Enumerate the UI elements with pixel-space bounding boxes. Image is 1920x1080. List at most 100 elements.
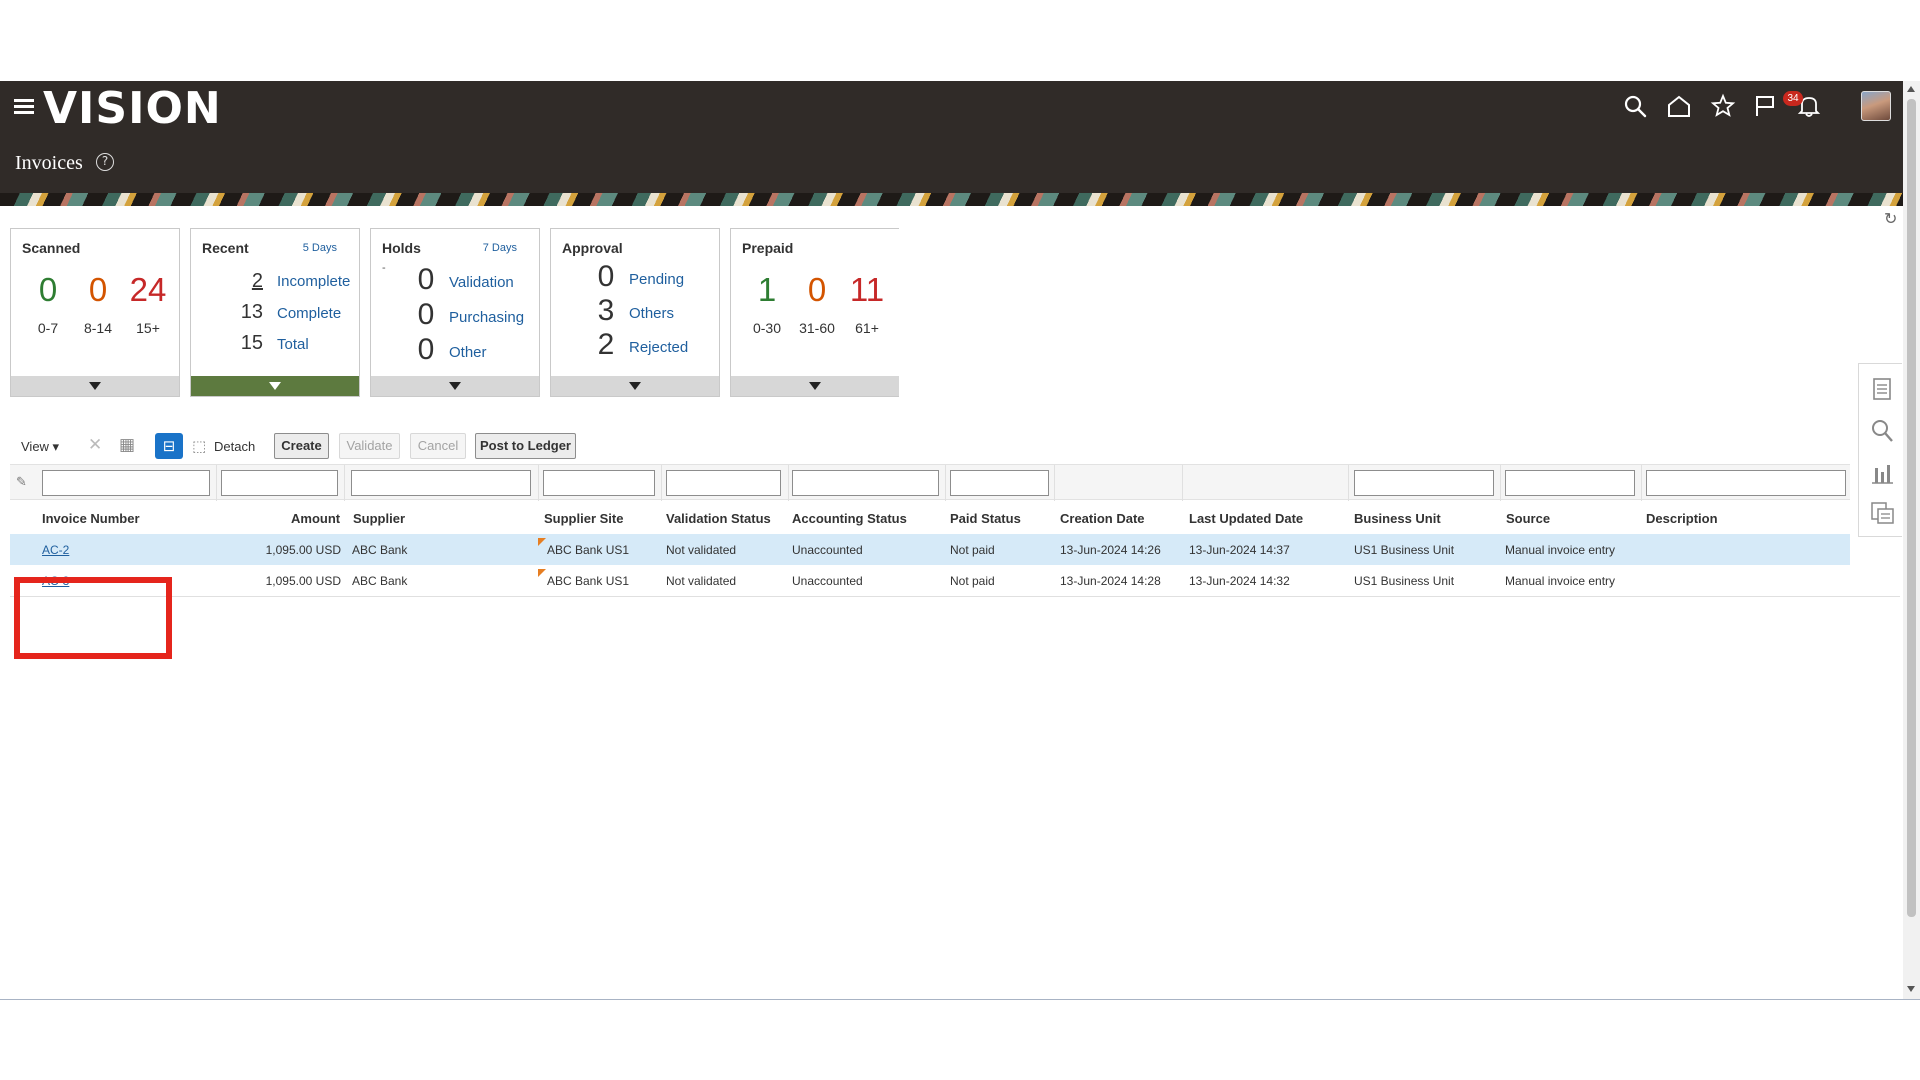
notification-count-badge: 34 xyxy=(1783,91,1803,106)
flag-icon[interactable] xyxy=(1752,93,1778,119)
scrollbar-thumb[interactable] xyxy=(1907,99,1916,917)
column-header-source[interactable]: Source xyxy=(1506,511,1550,526)
favorites-star-icon[interactable] xyxy=(1710,93,1736,119)
approval-rejected-label[interactable]: Rejected xyxy=(629,339,688,356)
prepaid-0-30-count[interactable]: 1 xyxy=(742,271,792,309)
holds-purchasing-label[interactable]: Purchasing xyxy=(449,309,524,326)
approval-others-count: 3 xyxy=(597,294,615,327)
user-avatar[interactable] xyxy=(1861,91,1891,121)
clear-filter-icon[interactable]: ✎ xyxy=(16,475,27,490)
filter-supplier-site[interactable] xyxy=(543,470,655,496)
delete-icon[interactable]: ✕ xyxy=(88,435,102,455)
approval-pending-label[interactable]: Pending xyxy=(629,271,684,288)
bar-chart-icon[interactable] xyxy=(1869,460,1895,486)
column-divider xyxy=(1500,465,1501,501)
scanned-tile[interactable]: Scanned 0 0 24 0-7 8-14 15+ xyxy=(10,228,180,397)
column-divider xyxy=(1054,465,1055,501)
refresh-icon[interactable]: ↻ xyxy=(1884,209,1897,228)
accounting-status-cell: Unaccounted xyxy=(792,543,863,557)
filter-description[interactable] xyxy=(1646,470,1846,496)
approval-pending-count: 0 xyxy=(597,260,615,293)
cancel-button[interactable]: Cancel xyxy=(410,433,466,459)
recent-incomplete-count[interactable]: 2 xyxy=(223,270,263,293)
approval-others-label[interactable]: Others xyxy=(629,305,674,322)
holds-validation-label[interactable]: Validation xyxy=(449,274,514,291)
recent-complete-label[interactable]: Complete xyxy=(277,305,341,322)
filter-amount[interactable] xyxy=(221,470,338,496)
tile-expand-toggle[interactable] xyxy=(191,376,359,396)
detach-button-label[interactable]: Detach xyxy=(214,439,255,454)
scanned-0-7-count[interactable]: 0 xyxy=(23,271,73,309)
holds-tile[interactable]: Holds 7 Days - 0 Validation 0 Purchasing… xyxy=(370,228,540,397)
query-by-example-row: ✎ xyxy=(10,464,1850,501)
help-icon[interactable]: ? xyxy=(96,153,114,171)
recent-total-count: 15 xyxy=(240,332,263,354)
recent-tile[interactable]: Recent 5 Days 2 Incomplete 13 Complete 1… xyxy=(190,228,360,397)
query-by-example-icon[interactable]: ⊟ xyxy=(155,433,183,459)
column-header-last-updated-date[interactable]: Last Updated Date xyxy=(1189,511,1303,526)
filter-validation-status[interactable] xyxy=(666,470,781,496)
column-header-invoice-number[interactable]: Invoice Number xyxy=(42,511,140,526)
view-menu[interactable]: View ▾ xyxy=(21,439,59,455)
column-header-paid-status[interactable]: Paid Status xyxy=(950,511,1021,526)
scroll-up-arrow-icon[interactable] xyxy=(1907,86,1915,92)
filter-source[interactable] xyxy=(1505,470,1635,496)
tile-title: Holds xyxy=(382,240,421,256)
prepaid-31-60-count[interactable]: 0 xyxy=(792,271,842,309)
validation-status-cell: Not validated xyxy=(666,543,737,557)
column-header-business-unit[interactable]: Business Unit xyxy=(1354,511,1441,526)
document-icon[interactable] xyxy=(1869,376,1895,402)
table-bottom-divider xyxy=(10,596,1900,597)
creation-date-cell: 13-Jun-2024 14:26 xyxy=(1060,543,1161,557)
filter-invoice-number[interactable] xyxy=(42,470,210,496)
tile-title: Prepaid xyxy=(742,240,794,256)
column-divider xyxy=(1641,465,1642,501)
column-divider xyxy=(1348,465,1349,501)
post-to-ledger-button[interactable]: Post to Ledger xyxy=(475,433,576,459)
column-divider xyxy=(788,465,789,501)
column-header-validation-status[interactable]: Validation Status xyxy=(666,511,771,526)
prepaid-tile[interactable]: Prepaid 1 0 11 0-30 31-60 61+ xyxy=(730,228,899,397)
table-row[interactable]: AC-3 1,095.00 USD ABC Bank ABC Bank US1 … xyxy=(10,565,1850,596)
filter-accounting-status[interactable] xyxy=(792,470,939,496)
create-button[interactable]: Create xyxy=(274,433,329,459)
column-header-description[interactable]: Description xyxy=(1646,511,1718,526)
approval-tile[interactable]: Approval 0 Pending 3 Others 2 Rejected xyxy=(550,228,720,397)
freeze-columns-icon[interactable]: ▦ xyxy=(119,435,135,455)
navigator-menu-icon[interactable] xyxy=(14,99,34,115)
column-header-supplier[interactable]: Supplier xyxy=(353,511,405,526)
tile-expand-toggle[interactable] xyxy=(11,376,179,396)
supplier-site-cell: ABC Bank US1 xyxy=(547,574,630,588)
recent-total-label[interactable]: Total xyxy=(277,336,309,353)
column-header-accounting-status[interactable]: Accounting Status xyxy=(792,511,907,526)
holds-purchasing-count: 0 xyxy=(417,298,435,331)
tile-expand-toggle[interactable] xyxy=(731,376,899,396)
column-header-supplier-site[interactable]: Supplier Site xyxy=(544,511,623,526)
filter-business-unit[interactable] xyxy=(1354,470,1494,496)
source-cell: Manual invoice entry xyxy=(1505,574,1616,588)
table-row[interactable]: AC-2 1,095.00 USD ABC Bank ABC Bank US1 … xyxy=(10,534,1850,565)
warning-flag-icon xyxy=(538,538,546,546)
scanned-8-14-count[interactable]: 0 xyxy=(73,271,123,309)
vertical-scrollbar[interactable] xyxy=(1903,81,1920,999)
notes-list-icon[interactable] xyxy=(1869,500,1895,526)
filter-paid-status[interactable] xyxy=(950,470,1049,496)
column-header-amount[interactable]: Amount xyxy=(291,511,340,526)
invoice-number-link[interactable]: AC-2 xyxy=(42,543,69,557)
supplier-site-cell: ABC Bank US1 xyxy=(547,543,630,557)
filter-supplier[interactable] xyxy=(351,470,531,496)
prepaid-61plus-count[interactable]: 11 xyxy=(842,271,892,309)
supplier-cell: ABC Bank xyxy=(352,574,408,588)
column-divider xyxy=(661,465,662,501)
tile-expand-toggle[interactable] xyxy=(371,376,539,396)
column-header-creation-date[interactable]: Creation Date xyxy=(1060,511,1145,526)
scroll-down-arrow-icon[interactable] xyxy=(1907,986,1915,992)
tile-expand-toggle[interactable] xyxy=(551,376,719,396)
holds-other-label[interactable]: Other xyxy=(449,344,487,361)
scanned-15plus-count[interactable]: 24 xyxy=(123,271,173,309)
home-icon[interactable] xyxy=(1666,93,1692,119)
search-icon[interactable] xyxy=(1622,93,1648,119)
validate-button[interactable]: Validate xyxy=(339,433,400,459)
detach-icon[interactable]: ⬚ xyxy=(192,437,206,455)
recent-incomplete-label[interactable]: Incomplete xyxy=(277,273,350,290)
